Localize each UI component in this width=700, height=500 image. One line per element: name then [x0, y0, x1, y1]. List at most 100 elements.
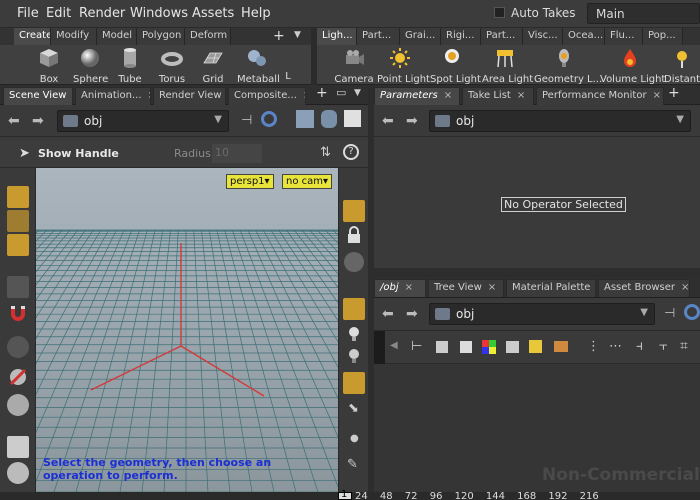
- grid-snap-icon[interactable]: ⌗: [680, 338, 688, 354]
- menu-file[interactable]: File: [17, 6, 39, 21]
- forward-arrow-icon[interactable]: ➡: [32, 113, 44, 129]
- tab-asset-browser[interactable]: Asset Browser ×: [598, 279, 690, 297]
- tool-area-light[interactable]: Area Light: [482, 45, 533, 85]
- align-horizontal-icon[interactable]: ⋯: [609, 339, 622, 354]
- paint-tool-icon[interactable]: [7, 436, 29, 458]
- lighting-icon[interactable]: [343, 298, 365, 320]
- shelf-tab-particle-fluids[interactable]: Part...: [481, 28, 523, 45]
- forward-arrow-icon[interactable]: ➡: [406, 306, 418, 322]
- horizontal-splitter[interactable]: [374, 268, 700, 277]
- add-tab-icon[interactable]: +: [316, 85, 328, 101]
- menu-render[interactable]: Render: [79, 6, 125, 21]
- tool-sphere[interactable]: Sphere: [73, 45, 108, 85]
- shelf-tab-oceans[interactable]: Ocea...: [563, 28, 605, 45]
- shelf-tab-model[interactable]: Model: [97, 28, 137, 45]
- brush-icon[interactable]: ✎: [347, 457, 358, 472]
- tool-torus[interactable]: Torus: [157, 45, 187, 85]
- tool-camera[interactable]: Camera: [334, 45, 374, 85]
- network-box-icon[interactable]: [554, 341, 568, 352]
- point-display-icon[interactable]: ●: [350, 433, 359, 444]
- expand-icon[interactable]: ◀: [390, 340, 398, 351]
- close-icon[interactable]: ×: [405, 282, 413, 293]
- menu-edit[interactable]: Edit: [46, 6, 71, 21]
- tool-distant-light[interactable]: Distant: [664, 45, 700, 85]
- light-mode-icon[interactable]: [345, 346, 363, 364]
- menu-help[interactable]: Help: [241, 6, 271, 21]
- help-icon[interactable]: ?: [343, 144, 359, 160]
- add-shelf-icon[interactable]: +: [273, 28, 285, 44]
- color-palette-icon[interactable]: [482, 340, 496, 354]
- tool-volume-light[interactable]: Volume Light: [600, 45, 665, 85]
- ghost-icon[interactable]: [344, 252, 364, 272]
- maximize-icon[interactable]: ▭: [336, 86, 346, 99]
- add-tab-icon[interactable]: +: [668, 85, 680, 101]
- lock-icon[interactable]: [345, 226, 363, 244]
- shelf-tab-viscous[interactable]: Visc...: [523, 28, 563, 45]
- sculpt-tool-icon[interactable]: [7, 462, 29, 484]
- auto-takes-toggle[interactable]: Auto Takes: [494, 6, 576, 20]
- tab-composite-view[interactable]: Composite...×: [228, 87, 306, 105]
- param-path-field[interactable]: obj ▼: [429, 110, 691, 132]
- tab-tree-view[interactable]: Tree View ×: [428, 279, 504, 297]
- tool-grid[interactable]: Grid: [199, 45, 227, 85]
- view-tool-icon[interactable]: [7, 336, 29, 358]
- tab-animation-editor[interactable]: Animation...×: [75, 87, 151, 105]
- tool-l[interactable]: L: [282, 45, 294, 85]
- tool-geometry-light[interactable]: Geometry L...: [534, 45, 602, 85]
- headlight-icon[interactable]: [345, 324, 363, 342]
- no-render-icon[interactable]: [7, 366, 29, 388]
- tab-parameters[interactable]: Parameters ×: [374, 87, 460, 105]
- list-view-icon[interactable]: [436, 341, 448, 353]
- shelf-tab-lights[interactable]: Ligh...: [317, 28, 357, 45]
- tab-material-palette[interactable]: Material Palette×: [506, 279, 596, 297]
- close-icon[interactable]: ×: [517, 90, 525, 101]
- back-arrow-icon[interactable]: ⬅: [8, 113, 20, 129]
- wireframe-icon[interactable]: [343, 200, 365, 222]
- close-icon[interactable]: ×: [488, 282, 496, 293]
- shelf-tab-create[interactable]: Create: [14, 28, 51, 45]
- back-arrow-icon[interactable]: ⬅: [382, 113, 394, 129]
- network-path-field[interactable]: obj ▼: [429, 303, 655, 325]
- handle-tool-icon[interactable]: [7, 234, 29, 256]
- shelf-tab-polygon[interactable]: Polygon: [137, 28, 185, 45]
- back-arrow-icon[interactable]: ⬅: [382, 306, 394, 322]
- chevron-down-icon[interactable]: ▼: [676, 114, 684, 125]
- tool-spot-light[interactable]: Spot Light: [430, 45, 481, 85]
- shelf-tab-grains[interactable]: Grai...: [400, 28, 441, 45]
- radius-field[interactable]: 10: [212, 144, 262, 163]
- shelf-menu-icon[interactable]: ▼: [294, 30, 301, 40]
- shelf-tab-rigid[interactable]: Rigi...: [441, 28, 481, 45]
- pick-icon[interactable]: ⬊: [348, 401, 359, 416]
- sort-icon[interactable]: ⇅: [320, 145, 331, 160]
- close-icon[interactable]: ×: [653, 90, 661, 101]
- tool-metaball[interactable]: Metaball: [237, 45, 280, 85]
- pin-icon[interactable]: ⊣: [241, 113, 252, 128]
- pane-menu-icon[interactable]: ▼: [354, 88, 361, 98]
- tool-point-light[interactable]: Point Light: [377, 45, 430, 85]
- close-icon[interactable]: ×: [72, 90, 73, 101]
- sticky-note-icon[interactable]: [529, 340, 542, 353]
- tab-render-view[interactable]: Render View×: [153, 87, 226, 105]
- transform-tool-icon[interactable]: [7, 210, 29, 232]
- select-tool-icon[interactable]: [7, 186, 29, 208]
- link-icon[interactable]: [684, 304, 700, 320]
- close-icon[interactable]: ×: [148, 90, 150, 101]
- layout-tool-icon[interactable]: ⫞: [636, 338, 643, 354]
- tab-take-list[interactable]: Take List ×: [462, 87, 534, 105]
- link-icon[interactable]: [261, 111, 277, 127]
- scene-viewport[interactable]: persp1▾ no cam▾ Select the geometry, the…: [36, 168, 338, 492]
- pin-icon[interactable]: ⊣: [664, 306, 675, 321]
- shelf-tab-modify[interactable]: Modify: [51, 28, 97, 45]
- shelf-tab-fluid[interactable]: Flu...: [605, 28, 643, 45]
- cam-select-menu[interactable]: no cam▾: [282, 174, 333, 189]
- close-icon[interactable]: ×: [444, 90, 452, 101]
- layout-icon[interactable]: [344, 110, 361, 127]
- shadow-icon[interactable]: [343, 372, 365, 394]
- tool-tube[interactable]: Tube: [116, 45, 144, 85]
- tab-obj-network[interactable]: /obj ×: [374, 279, 426, 297]
- tree-icon[interactable]: ⊢: [411, 339, 422, 354]
- magnet-icon[interactable]: [7, 302, 29, 324]
- menu-windows[interactable]: Windows: [130, 6, 188, 21]
- camera-menu[interactable]: persp1▾: [226, 174, 274, 189]
- thumbnail-view-icon[interactable]: [460, 341, 472, 353]
